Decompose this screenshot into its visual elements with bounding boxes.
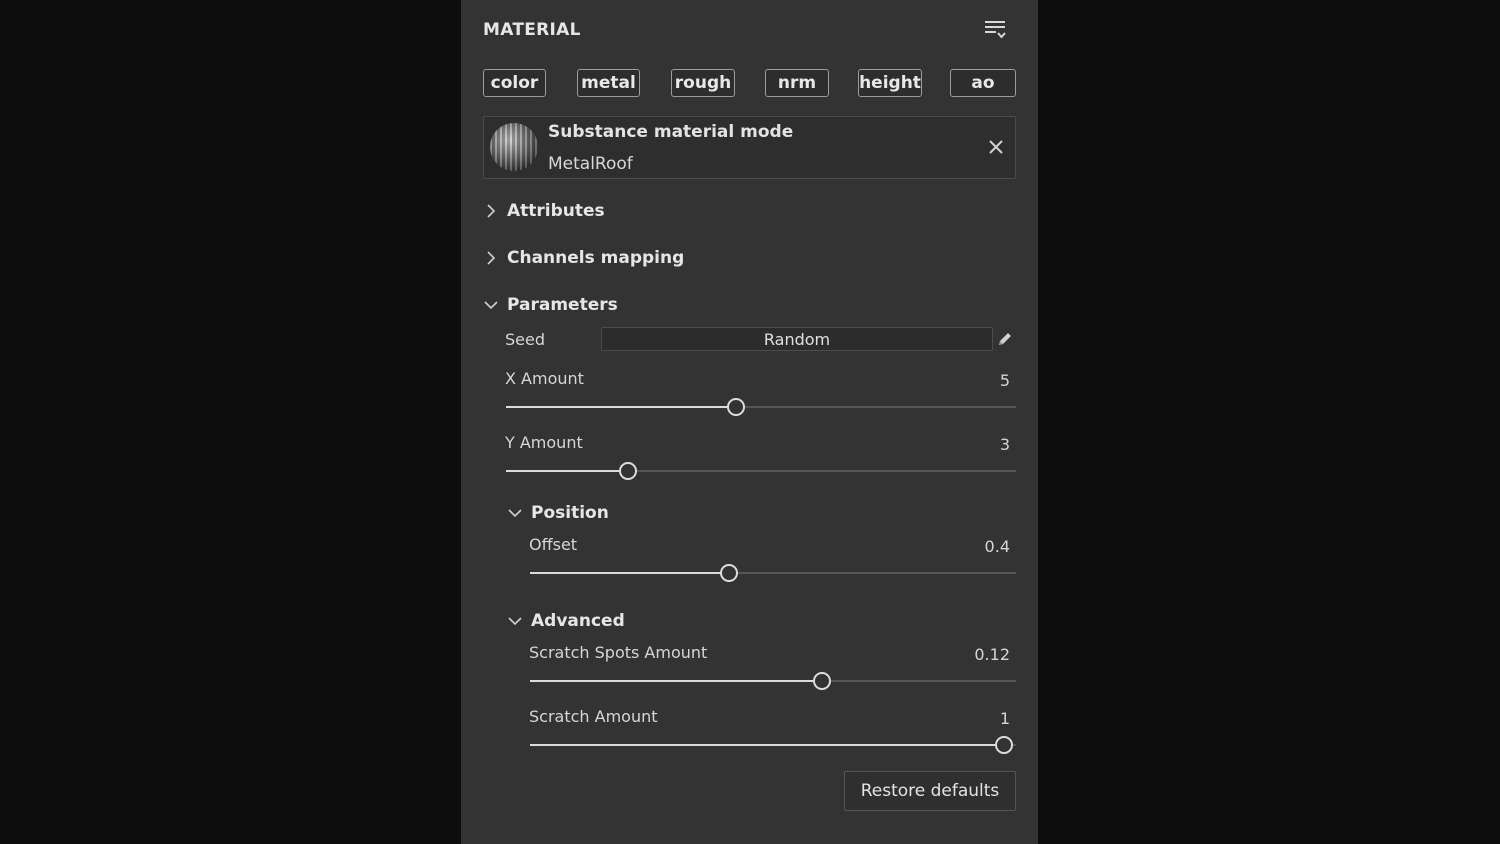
channel-button-rough[interactable]: rough — [671, 69, 735, 97]
section-label: Position — [531, 503, 609, 523]
y-amount-label: Y Amount — [505, 433, 583, 452]
y-amount-value: 3 — [999, 435, 1010, 454]
slider-fill — [506, 470, 629, 472]
channel-buttons: color metal rough nrm height ao — [483, 69, 1016, 101]
channel-button-nrm[interactable]: nrm — [765, 69, 829, 97]
slider-thumb[interactable] — [720, 564, 739, 582]
scratch-spots-slider[interactable] — [530, 671, 1016, 691]
slider-fill — [530, 744, 1004, 746]
channel-button-height[interactable]: height — [858, 69, 922, 97]
channel-button-ao[interactable]: ao — [950, 69, 1016, 97]
seed-random-button[interactable]: Random — [601, 327, 993, 351]
chevron-down-icon — [508, 509, 522, 518]
slider-thumb[interactable] — [994, 736, 1013, 754]
section-parameters[interactable]: Parameters — [483, 292, 618, 318]
x-amount-value: 5 — [999, 371, 1010, 390]
section-label: Channels mapping — [507, 248, 685, 268]
chevron-right-icon — [487, 251, 496, 265]
list-filter-icon[interactable] — [983, 18, 1007, 42]
material-mode-title: Substance material mode — [548, 122, 794, 142]
close-icon[interactable] — [987, 138, 1005, 156]
scratch-spots-value: 0.12 — [974, 645, 1010, 664]
material-card: Substance material mode MetalRoof — [483, 116, 1016, 179]
chevron-down-icon — [508, 617, 522, 626]
panel-title: MATERIAL — [483, 20, 581, 40]
section-position[interactable]: Position — [507, 500, 609, 526]
chevron-right-icon — [487, 204, 496, 218]
section-advanced[interactable]: Advanced — [507, 608, 625, 634]
x-amount-slider[interactable] — [506, 397, 1016, 417]
scratch-spots-label: Scratch Spots Amount — [529, 643, 708, 662]
offset-slider[interactable] — [530, 563, 1016, 583]
slider-thumb[interactable] — [726, 398, 745, 416]
scratch-amount-label: Scratch Amount — [529, 707, 658, 726]
material-thumbnail — [490, 123, 538, 171]
section-label: Attributes — [507, 201, 605, 221]
section-label: Advanced — [531, 611, 625, 631]
scratch-amount-slider[interactable] — [530, 735, 1016, 755]
material-panel: MATERIAL color metal rough nrm height ao… — [461, 0, 1038, 844]
slider-fill — [530, 680, 822, 682]
slider-thumb[interactable] — [812, 672, 831, 690]
slider-fill — [530, 572, 730, 574]
channel-button-metal[interactable]: metal — [577, 69, 640, 97]
channel-button-color[interactable]: color — [483, 69, 546, 97]
x-amount-label: X Amount — [505, 369, 584, 388]
offset-label: Offset — [529, 535, 578, 554]
slider-fill — [506, 406, 736, 408]
section-channels-mapping[interactable]: Channels mapping — [483, 245, 684, 271]
section-label: Parameters — [507, 295, 618, 315]
material-name: MetalRoof — [548, 154, 633, 174]
section-attributes[interactable]: Attributes — [483, 198, 605, 224]
y-amount-slider[interactable] — [506, 461, 1016, 481]
pencil-icon[interactable] — [996, 330, 1014, 348]
restore-defaults-button[interactable]: Restore defaults — [844, 771, 1016, 811]
scratch-amount-value: 1 — [999, 709, 1010, 728]
offset-value: 0.4 — [984, 537, 1010, 556]
seed-label: Seed — [505, 330, 545, 349]
slider-thumb[interactable] — [619, 462, 638, 480]
chevron-down-icon — [484, 301, 498, 310]
